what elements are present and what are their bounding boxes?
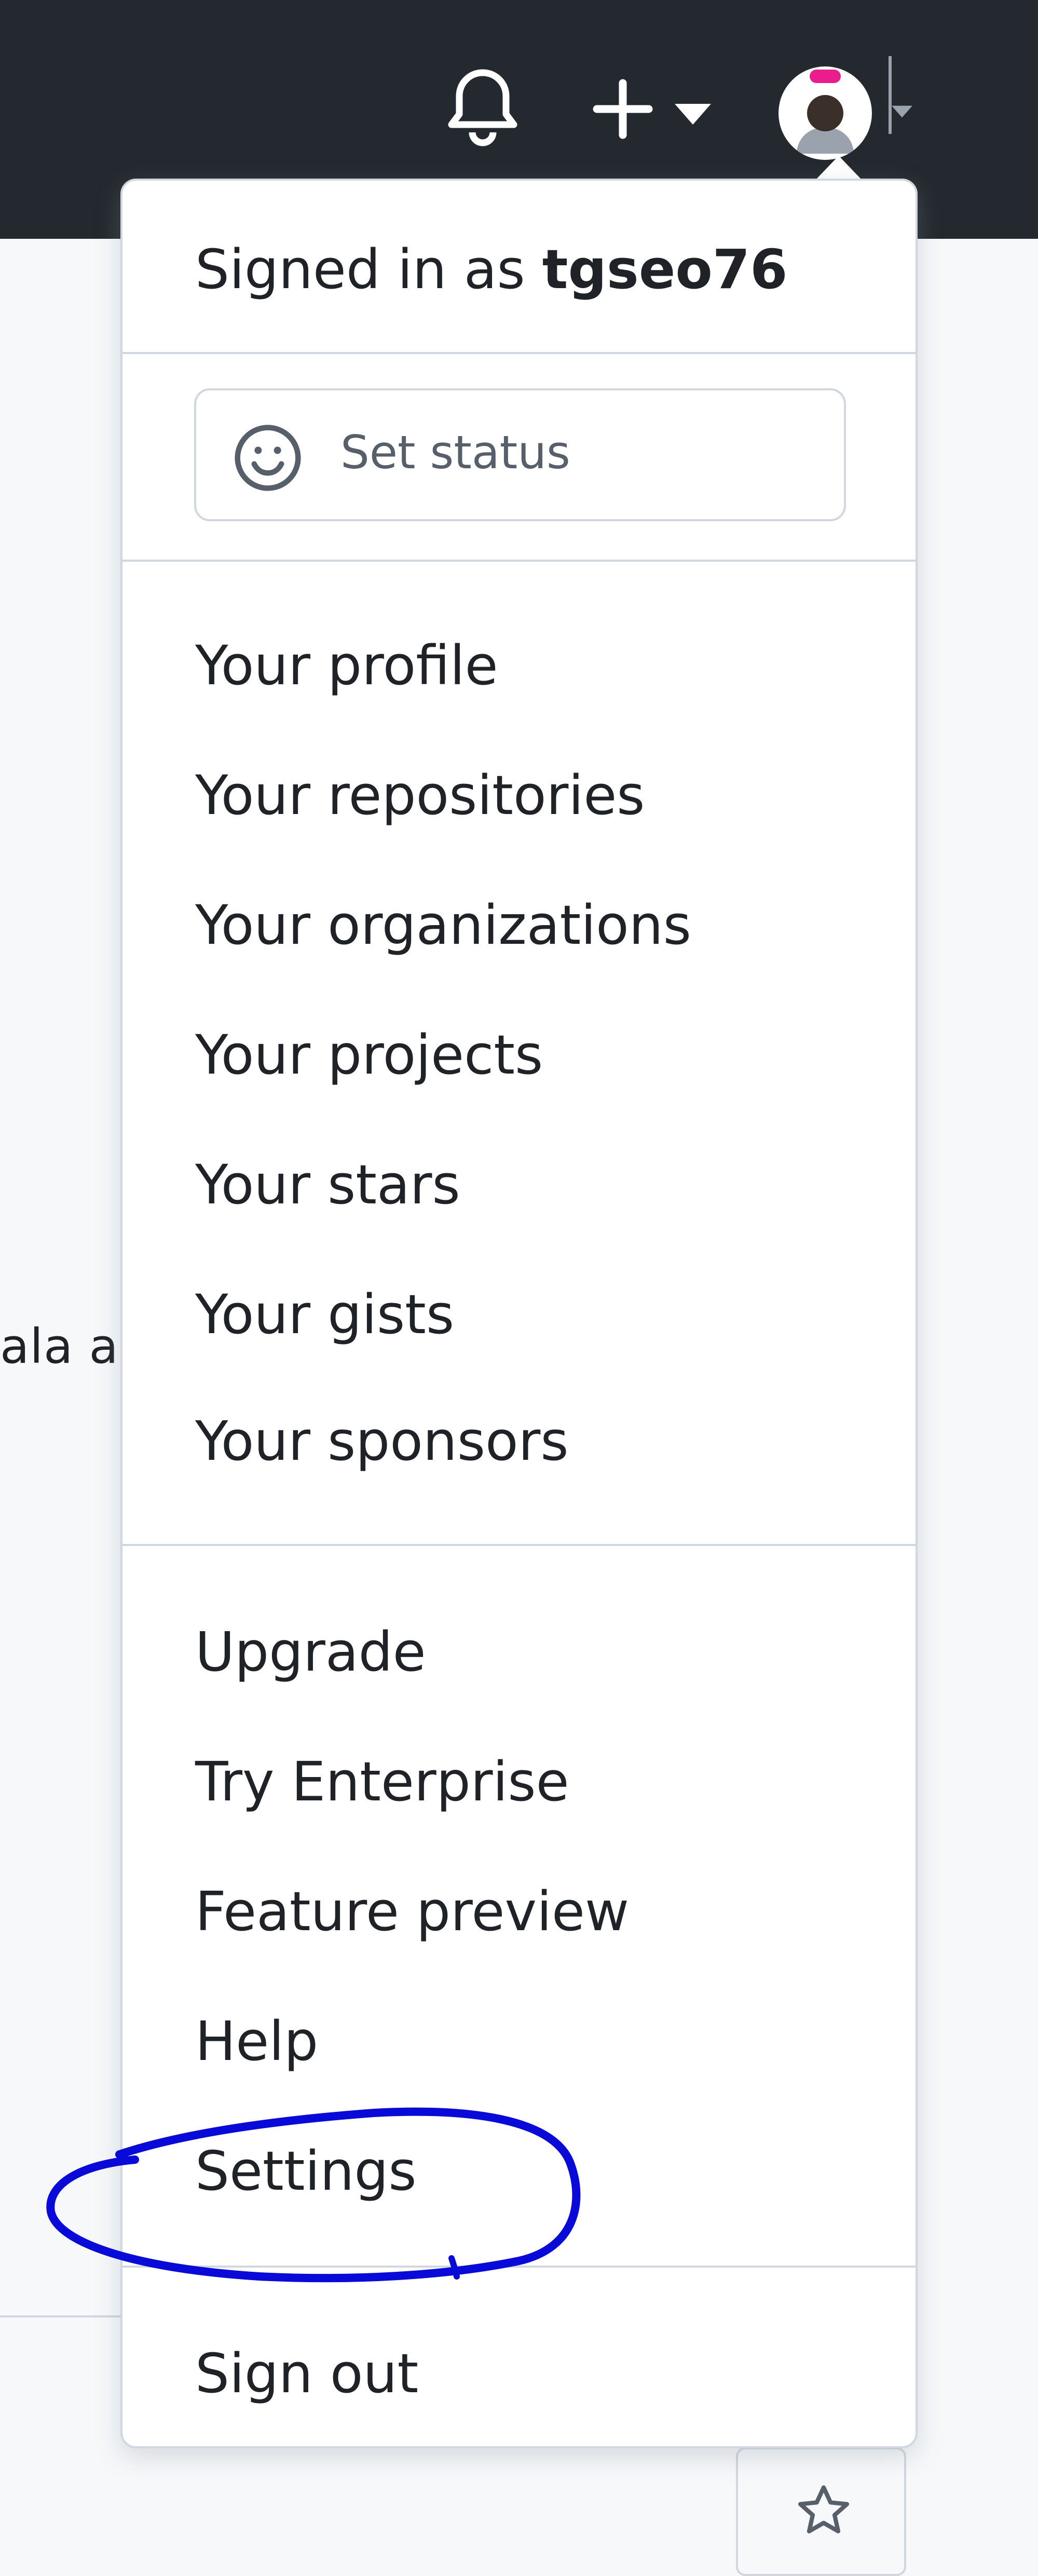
background-divider <box>0 2315 125 2317</box>
set-status-label: Set status <box>340 426 570 479</box>
menu-divider <box>122 560 916 562</box>
menu-item-your-stars[interactable]: Your stars <box>195 1158 460 1212</box>
menu-divider <box>122 352 916 354</box>
avatar-caret-down-icon[interactable] <box>892 104 912 119</box>
star-button[interactable] <box>736 2447 906 2576</box>
smiley-icon <box>235 425 301 491</box>
avatar-shirt <box>797 128 854 154</box>
menu-item-feature-preview[interactable]: Feature preview <box>195 1884 629 1938</box>
signed-in-header: Signed in as tgseo76 <box>195 238 788 301</box>
avatar[interactable] <box>778 66 872 160</box>
signed-in-prefix: Signed in as <box>195 238 525 301</box>
menu-item-your-sponsors[interactable]: Your sponsors <box>195 1414 569 1468</box>
menu-pointer <box>815 156 863 181</box>
avatar-badge <box>810 70 841 83</box>
avatar-face <box>807 95 843 131</box>
menu-item-upgrade[interactable]: Upgrade <box>195 1625 426 1679</box>
username[interactable]: tgseo76 <box>542 238 788 301</box>
caret-down-icon[interactable] <box>675 104 711 125</box>
background-partial-text: ala ar <box>0 1319 139 1374</box>
menu-item-your-projects[interactable]: Your projects <box>195 1028 543 1082</box>
plus-icon[interactable] <box>592 78 654 140</box>
user-dropdown-menu: Signed in as tgseo76 Set status Your pro… <box>120 179 918 2448</box>
menu-item-sign-out[interactable]: Sign out <box>195 2347 418 2401</box>
menu-divider <box>122 2266 916 2268</box>
menu-divider <box>122 1544 916 1546</box>
set-status-button[interactable]: Set status <box>194 388 846 521</box>
menu-item-your-repositories[interactable]: Your repositories <box>195 768 645 822</box>
bell-icon[interactable] <box>446 67 519 151</box>
menu-item-your-profile[interactable]: Your profile <box>195 639 498 693</box>
menu-item-try-enterprise[interactable]: Try Enterprise <box>195 1755 569 1809</box>
menu-item-settings[interactable]: Settings <box>195 2144 417 2198</box>
menu-item-your-gists[interactable]: Your gists <box>195 1287 454 1341</box>
menu-item-help[interactable]: Help <box>195 2014 318 2068</box>
star-icon <box>798 2485 850 2533</box>
menu-item-your-organizations[interactable]: Your organizations <box>195 898 691 952</box>
avatar-caret-line <box>889 56 892 134</box>
